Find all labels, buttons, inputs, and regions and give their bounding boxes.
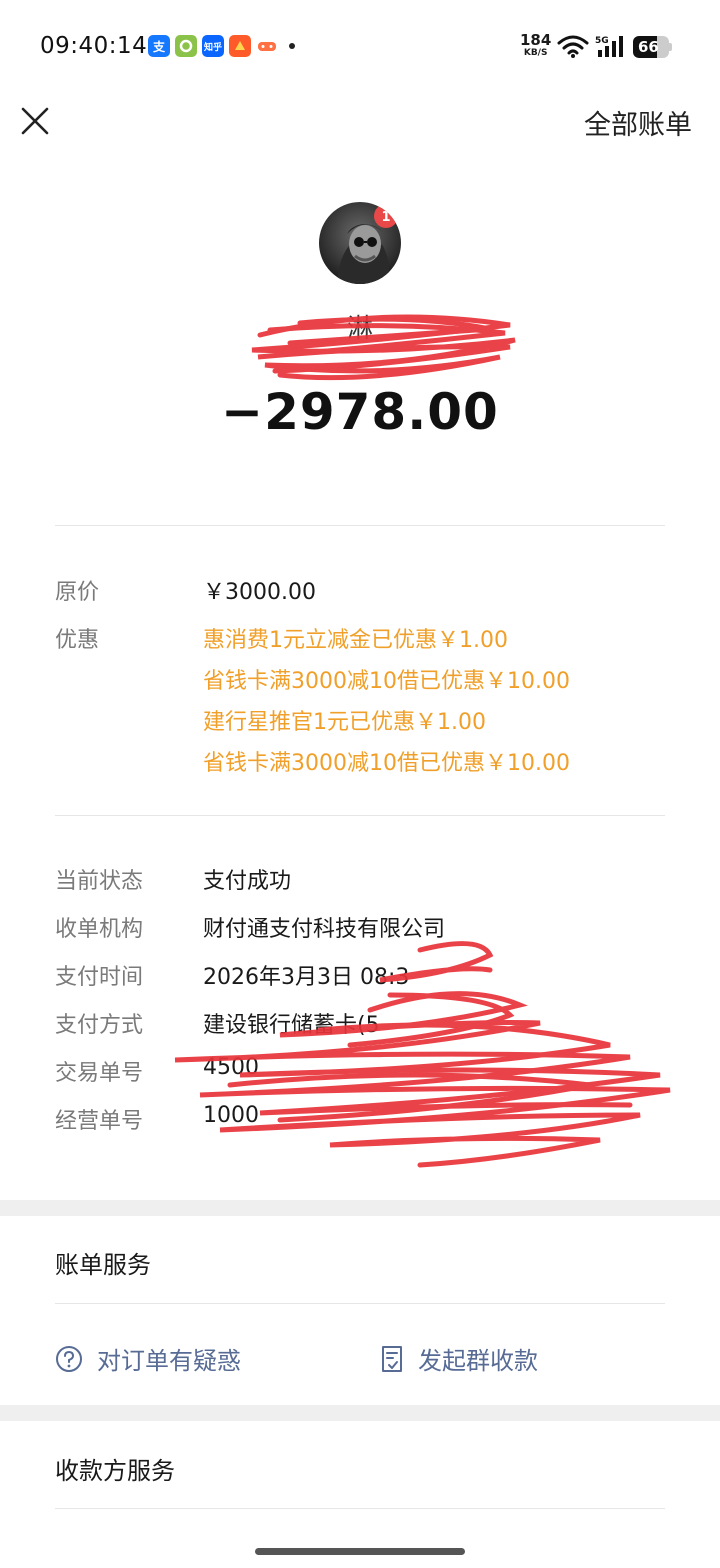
red-app-icon [229, 35, 251, 57]
section-separator [0, 1405, 720, 1421]
zhihu-icon: 知乎 [202, 35, 224, 57]
divider [55, 525, 665, 526]
redaction-scribble [251, 314, 516, 381]
home-indicator[interactable] [255, 1548, 465, 1555]
discount-item: 省钱卡满3000减10借已优惠￥10.00 [203, 751, 570, 776]
avatar-image: 1 [319, 202, 401, 284]
payment-amount: −2978.00 [221, 383, 499, 441]
divider [55, 1303, 665, 1304]
discount-item: 惠消费1元立减金已优惠￥1.00 [203, 628, 508, 653]
discount-item: 省钱卡满3000减10借已优惠￥10.00 [203, 669, 570, 694]
order-doubt-link[interactable]: 对订单有疑惑 [55, 1341, 241, 1376]
status-time: 09:40:14 [40, 33, 148, 59]
payment-time-label: 支付时间 [55, 965, 144, 990]
notification-icons: 支 知乎 [148, 35, 295, 57]
avatar-badge: 1 [381, 210, 390, 225]
group-collect-label: 发起群收款 [418, 1347, 538, 1375]
payment-method-label: 支付方式 [55, 1013, 144, 1038]
network-type: 5G [595, 36, 609, 46]
divider [55, 815, 665, 816]
acquirer-label: 收单机构 [55, 917, 144, 942]
discount-item: 建行星推官1元已优惠￥1.00 [203, 710, 486, 735]
bill-service-title: 账单服务 [55, 1251, 151, 1279]
status-label: 当前状态 [55, 869, 144, 894]
battery-icon: 66 [633, 36, 673, 58]
status-value: 支付成功 [203, 869, 292, 894]
battery-level: 66 [638, 38, 659, 56]
section-separator [0, 1200, 720, 1216]
original-price-value: ￥3000.00 [203, 580, 316, 605]
divider [55, 1508, 665, 1509]
alipay-icon: 支 [148, 35, 170, 57]
question-icon [56, 1345, 82, 1372]
signal-icon: 5G [595, 36, 623, 57]
more-notifications-dot [289, 43, 295, 49]
group-collect-link[interactable]: 发起群收款 [380, 1341, 538, 1376]
payee-service-title: 收款方服务 [55, 1457, 175, 1485]
document-icon [382, 1345, 402, 1372]
order-doubt-label: 对订单有疑惑 [97, 1347, 241, 1375]
original-price-label: 原价 [55, 580, 100, 605]
network-speed-unit: KB/S [523, 48, 548, 58]
merchant-avatar: 1 [319, 202, 401, 284]
discount-label: 优惠 [55, 628, 100, 653]
green-app-icon [175, 35, 197, 57]
network-speed: 184 KB/S [520, 33, 551, 58]
network-speed-value: 184 [520, 31, 552, 49]
merchant-order-label: 经营单号 [55, 1109, 144, 1134]
wifi-icon [557, 35, 589, 58]
game-icon [256, 35, 278, 57]
transaction-id-label: 交易单号 [55, 1061, 144, 1086]
redaction-scribble [174, 941, 671, 1168]
all-bills-button[interactable]: 全部账单 [584, 103, 692, 142]
status-bar: 09:40:14 支 知乎 184 KB/S 5G 66 [0, 0, 720, 92]
close-icon[interactable] [18, 104, 52, 138]
